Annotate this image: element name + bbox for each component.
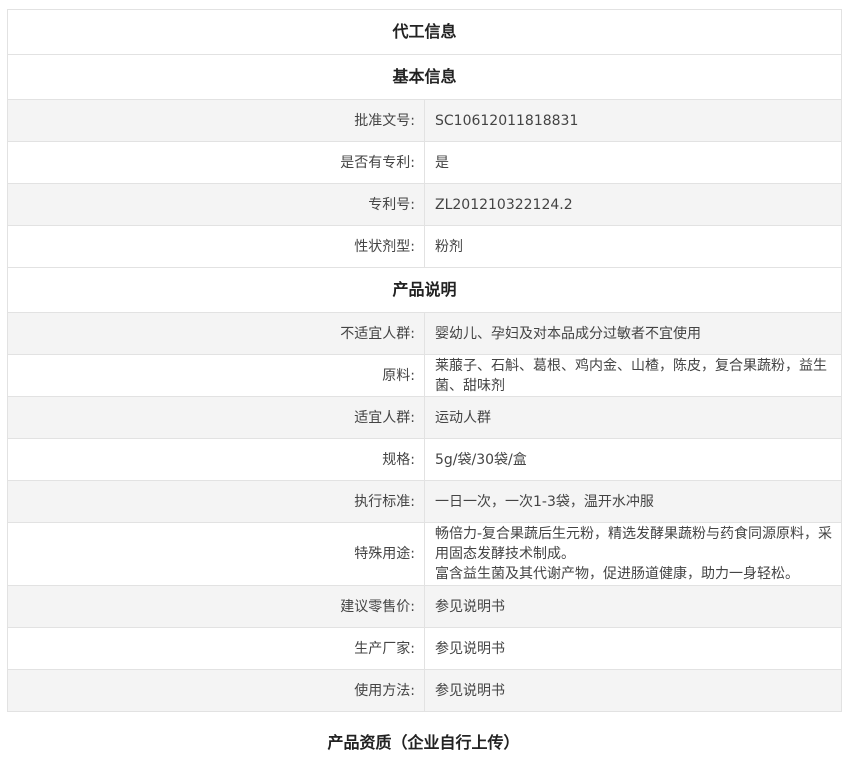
row-label: 专利号: xyxy=(7,183,425,226)
section-header-oem: 代工信息 xyxy=(7,9,842,55)
row-label: 不适宜人群: xyxy=(7,312,425,355)
row-value: 畅倍力-复合果蔬后生元粉，精选发酵果蔬粉与药食同源原料，采用固态发酵技术制成。 … xyxy=(424,522,842,586)
row-label: 建议零售价: xyxy=(7,585,425,628)
row-label: 性状剂型: xyxy=(7,225,425,268)
row-label: 适宜人群: xyxy=(7,396,425,439)
row-label: 特殊用途: xyxy=(7,522,425,586)
table-row-usage: 使用方法: 参见说明书 xyxy=(7,669,842,712)
row-label: 是否有专利: xyxy=(7,141,425,184)
table-row-standard: 执行标准: 一日一次，一次1-3袋，温开水冲服 xyxy=(7,480,842,523)
row-value: 粉剂 xyxy=(424,225,842,268)
product-info-page: 代工信息 基本信息 批准文号: SC10612011818831 是否有专利: … xyxy=(0,0,847,761)
table-row-patent-number: 专利号: ZL201210322124.2 xyxy=(7,183,842,226)
row-label: 生产厂家: xyxy=(7,627,425,670)
row-value: 婴幼儿、孕妇及对本品成分过敏者不宜使用 xyxy=(424,312,842,355)
table-row-ingredients: 原料: 莱菔子、石斛、葛根、鸡内金、山楂，陈皮，复合果蔬粉，益生菌、甜味剂 xyxy=(7,354,842,397)
row-value: SC10612011818831 xyxy=(424,99,842,142)
row-value-line-2: 富含益生菌及其代谢产物，促进肠道健康，助力一身轻松。 xyxy=(435,566,799,582)
section-header-product: 产品说明 xyxy=(7,267,842,313)
qualification-title: 产品资质（企业自行上传） xyxy=(327,733,520,752)
section-title-basic: 基本信息 xyxy=(7,54,842,100)
table-row-suitable-people: 适宜人群: 运动人群 xyxy=(7,396,842,439)
row-value: 一日一次，一次1-3袋，温开水冲服 xyxy=(424,480,842,523)
row-value: 是 xyxy=(424,141,842,184)
section-title-product: 产品说明 xyxy=(7,267,842,313)
row-value: 参见说明书 xyxy=(424,669,842,712)
table-row-dosage-form: 性状剂型: 粉剂 xyxy=(7,225,842,268)
row-value: 参见说明书 xyxy=(424,585,842,628)
row-value: 5g/袋/30袋/盒 xyxy=(424,438,842,481)
row-value: 运动人群 xyxy=(424,396,842,439)
row-label: 批准文号: xyxy=(7,99,425,142)
section-header-basic: 基本信息 xyxy=(7,54,842,100)
row-value: 莱菔子、石斛、葛根、鸡内金、山楂，陈皮，复合果蔬粉，益生菌、甜味剂 xyxy=(424,354,842,397)
product-info-table: 代工信息 基本信息 批准文号: SC10612011818831 是否有专利: … xyxy=(7,9,842,712)
table-row-approval-number: 批准文号: SC10612011818831 xyxy=(7,99,842,142)
row-value: 参见说明书 xyxy=(424,627,842,670)
table-row-has-patent: 是否有专利: 是 xyxy=(7,141,842,184)
table-row-retail-price: 建议零售价: 参见说明书 xyxy=(7,585,842,628)
row-label: 执行标准: xyxy=(7,480,425,523)
row-label: 使用方法: xyxy=(7,669,425,712)
section-title-oem: 代工信息 xyxy=(7,9,842,55)
row-value-line-1: 畅倍力-复合果蔬后生元粉，精选发酵果蔬粉与药食同源原料，采用固态发酵技术制成。 xyxy=(435,526,833,562)
table-row-unsuitable-people: 不适宜人群: 婴幼儿、孕妇及对本品成分过敏者不宜使用 xyxy=(7,312,842,355)
table-row-manufacturer: 生产厂家: 参见说明书 xyxy=(7,627,842,670)
table-row-special-use: 特殊用途: 畅倍力-复合果蔬后生元粉，精选发酵果蔬粉与药食同源原料，采用固态发酵… xyxy=(7,522,842,586)
row-label: 原料: xyxy=(7,354,425,397)
row-label: 规格: xyxy=(7,438,425,481)
table-row-specification: 规格: 5g/袋/30袋/盒 xyxy=(7,438,842,481)
row-value: ZL201210322124.2 xyxy=(424,183,842,226)
